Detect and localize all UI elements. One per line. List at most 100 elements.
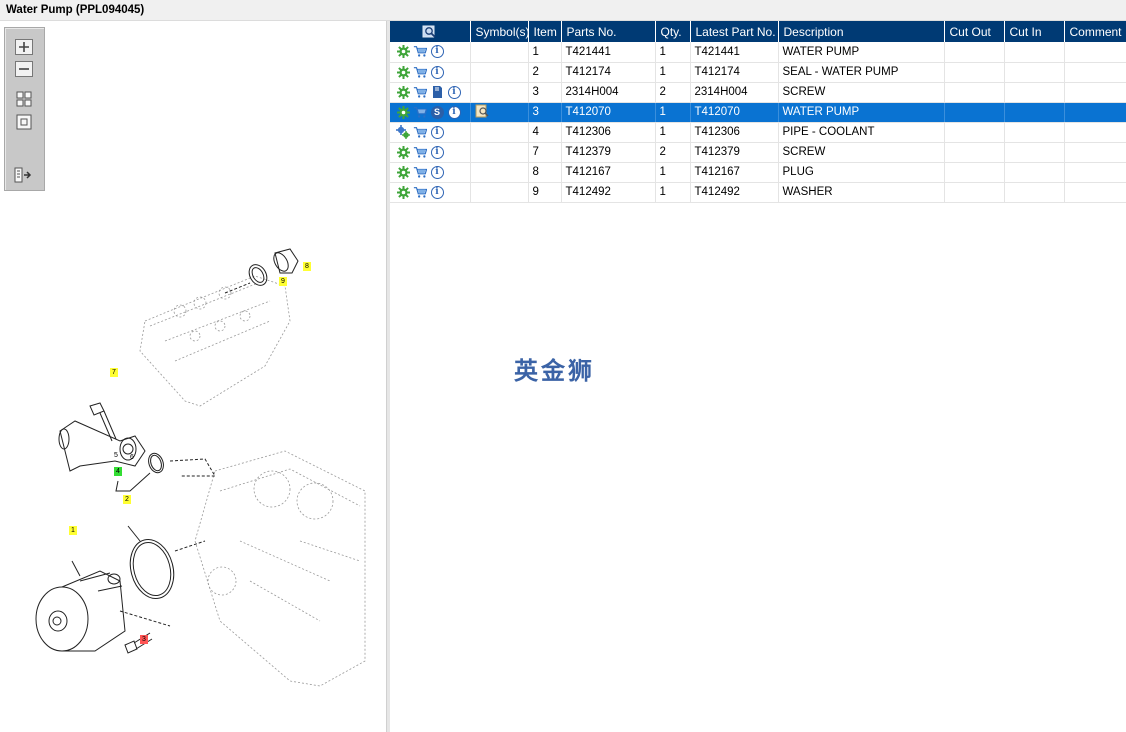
settings-gear-icon[interactable] bbox=[396, 105, 410, 119]
table-row[interactable]: i 1 T421441 1 T421441 WATER PUMP bbox=[390, 42, 1126, 63]
shopping-cart-icon[interactable] bbox=[413, 125, 427, 139]
row-description: WASHER bbox=[778, 182, 945, 203]
column-header-cut-out[interactable]: Cut Out bbox=[944, 21, 1005, 42]
row-parts-no: T412174 bbox=[561, 62, 656, 83]
column-header-symbols[interactable]: Symbol(s) bbox=[470, 21, 529, 42]
settings-gear-icon[interactable] bbox=[396, 145, 410, 159]
exploded-view-drawing[interactable] bbox=[0, 191, 386, 731]
callout-4[interactable]: 4 bbox=[114, 467, 122, 476]
column-header-description[interactable]: Description bbox=[778, 21, 945, 42]
row-cut-in bbox=[1004, 182, 1065, 203]
shopping-cart-icon[interactable] bbox=[413, 45, 427, 59]
info-icon[interactable]: i bbox=[430, 165, 444, 179]
shopping-cart-icon[interactable] bbox=[413, 65, 427, 79]
row-comment bbox=[1064, 142, 1126, 163]
settings-gear-icon[interactable] bbox=[396, 45, 410, 59]
callout-8[interactable]: 8 bbox=[303, 262, 311, 271]
export-icon[interactable] bbox=[14, 166, 34, 184]
row-cut-in bbox=[1004, 102, 1065, 123]
table-row[interactable]: i 3 2314H004 2 2314H004 SCREW bbox=[390, 82, 1126, 103]
supersession-icon[interactable]: S bbox=[430, 105, 444, 119]
zoom-in-icon[interactable] bbox=[14, 38, 34, 56]
row-cut-out bbox=[944, 122, 1005, 143]
settings-gear-icon[interactable] bbox=[396, 185, 410, 199]
callout-6[interactable]: 6 bbox=[128, 453, 136, 462]
shopping-cart-icon[interactable] bbox=[413, 185, 427, 199]
settings-gear-icon[interactable] bbox=[396, 85, 410, 99]
info-icon[interactable]: i bbox=[430, 145, 444, 159]
column-header-qty[interactable]: Qty. bbox=[655, 21, 691, 42]
assembly-icon[interactable] bbox=[396, 125, 410, 139]
book-icon[interactable] bbox=[430, 85, 444, 99]
row-latest-part-no: T412070 bbox=[690, 102, 779, 123]
parts-grid: Symbol(s) Item Parts No. Qty. Latest Par… bbox=[390, 21, 1126, 203]
fit-view-icon[interactable] bbox=[14, 90, 34, 108]
row-description: WATER PUMP bbox=[778, 102, 945, 123]
row-cut-in bbox=[1004, 82, 1065, 103]
column-header-parts-no[interactable]: Parts No. bbox=[561, 21, 656, 42]
column-header-cut-in[interactable]: Cut In bbox=[1004, 21, 1065, 42]
row-latest-part-no: T412167 bbox=[690, 162, 779, 183]
row-cut-out bbox=[944, 42, 1005, 63]
actual-size-icon[interactable] bbox=[14, 113, 34, 131]
column-header-item[interactable]: Item bbox=[528, 21, 562, 42]
table-row[interactable]: i 4 T412306 1 T412306 PIPE - COOLANT bbox=[390, 122, 1126, 143]
info-icon[interactable]: i bbox=[430, 45, 444, 59]
row-description: PIPE - COOLANT bbox=[778, 122, 945, 143]
info-icon[interactable]: i bbox=[447, 85, 461, 99]
row-item: 4 bbox=[528, 122, 562, 143]
table-row[interactable]: i 9 T412492 1 T412492 WASHER bbox=[390, 182, 1126, 203]
info-icon[interactable]: i bbox=[447, 105, 461, 119]
row-description: WATER PUMP bbox=[778, 42, 945, 63]
info-icon[interactable]: i bbox=[430, 185, 444, 199]
row-tools: i bbox=[390, 122, 471, 143]
row-symbols bbox=[470, 82, 529, 103]
row-cut-out bbox=[944, 162, 1005, 183]
shopping-cart-icon[interactable] bbox=[413, 165, 427, 179]
window-title-bar: Water Pump (PPL094045) bbox=[0, 0, 1126, 21]
settings-gear-icon[interactable] bbox=[396, 65, 410, 79]
table-row[interactable]: Si 3 T412070 1 T412070 WATER PUMP bbox=[390, 102, 1126, 123]
search-icon[interactable] bbox=[422, 25, 438, 39]
row-parts-no: T421441 bbox=[561, 42, 656, 63]
callout-3[interactable]: 3 bbox=[140, 635, 148, 644]
callout-1[interactable]: 1 bbox=[69, 526, 77, 535]
row-parts-no: T412492 bbox=[561, 182, 656, 203]
column-header-latest-part-no[interactable]: Latest Part No. bbox=[690, 21, 779, 42]
callout-7[interactable]: 7 bbox=[110, 368, 118, 377]
zoom-out-icon[interactable] bbox=[14, 60, 34, 78]
row-symbols bbox=[470, 62, 529, 83]
row-tools: i bbox=[390, 182, 471, 203]
callout-2[interactable]: 2 bbox=[123, 495, 131, 504]
parts-table: Symbol(s) Item Parts No. Qty. Latest Par… bbox=[390, 21, 1126, 203]
watermark: 英金狮 bbox=[514, 357, 595, 385]
shopping-cart-icon[interactable] bbox=[413, 145, 427, 159]
callout-9[interactable]: 9 bbox=[279, 277, 287, 286]
row-qty: 2 bbox=[655, 82, 691, 103]
column-header-comment[interactable]: Comment bbox=[1064, 21, 1126, 42]
row-qty: 1 bbox=[655, 42, 691, 63]
row-description: SCREW bbox=[778, 142, 945, 163]
shopping-cart-icon[interactable] bbox=[413, 85, 427, 99]
viewer-toolbox bbox=[4, 27, 45, 191]
row-latest-part-no: T412379 bbox=[690, 142, 779, 163]
table-row[interactable]: i 8 T412167 1 T412167 PLUG bbox=[390, 162, 1126, 183]
callout-5[interactable]: 5 bbox=[112, 451, 120, 460]
table-row[interactable]: i 7 T412379 2 T412379 SCREW bbox=[390, 142, 1126, 163]
shopping-cart-icon[interactable] bbox=[413, 105, 427, 119]
row-comment bbox=[1064, 122, 1126, 143]
row-comment bbox=[1064, 182, 1126, 203]
table-row[interactable]: i 2 T412174 1 T412174 SEAL - WATER PUMP bbox=[390, 62, 1126, 83]
row-tools: i bbox=[390, 82, 471, 103]
column-header-tools[interactable] bbox=[390, 21, 471, 42]
row-tools: i bbox=[390, 162, 471, 183]
row-item: 8 bbox=[528, 162, 562, 183]
row-item: 1 bbox=[528, 42, 562, 63]
document-search-icon[interactable] bbox=[475, 104, 489, 118]
illustration-pane[interactable]: 9 8 7 5 6 4 2 1 3 bbox=[0, 21, 386, 732]
info-icon[interactable]: i bbox=[430, 65, 444, 79]
row-tools: i bbox=[390, 62, 471, 83]
info-icon[interactable]: i bbox=[430, 125, 444, 139]
settings-gear-icon[interactable] bbox=[396, 165, 410, 179]
row-latest-part-no: T412174 bbox=[690, 62, 779, 83]
